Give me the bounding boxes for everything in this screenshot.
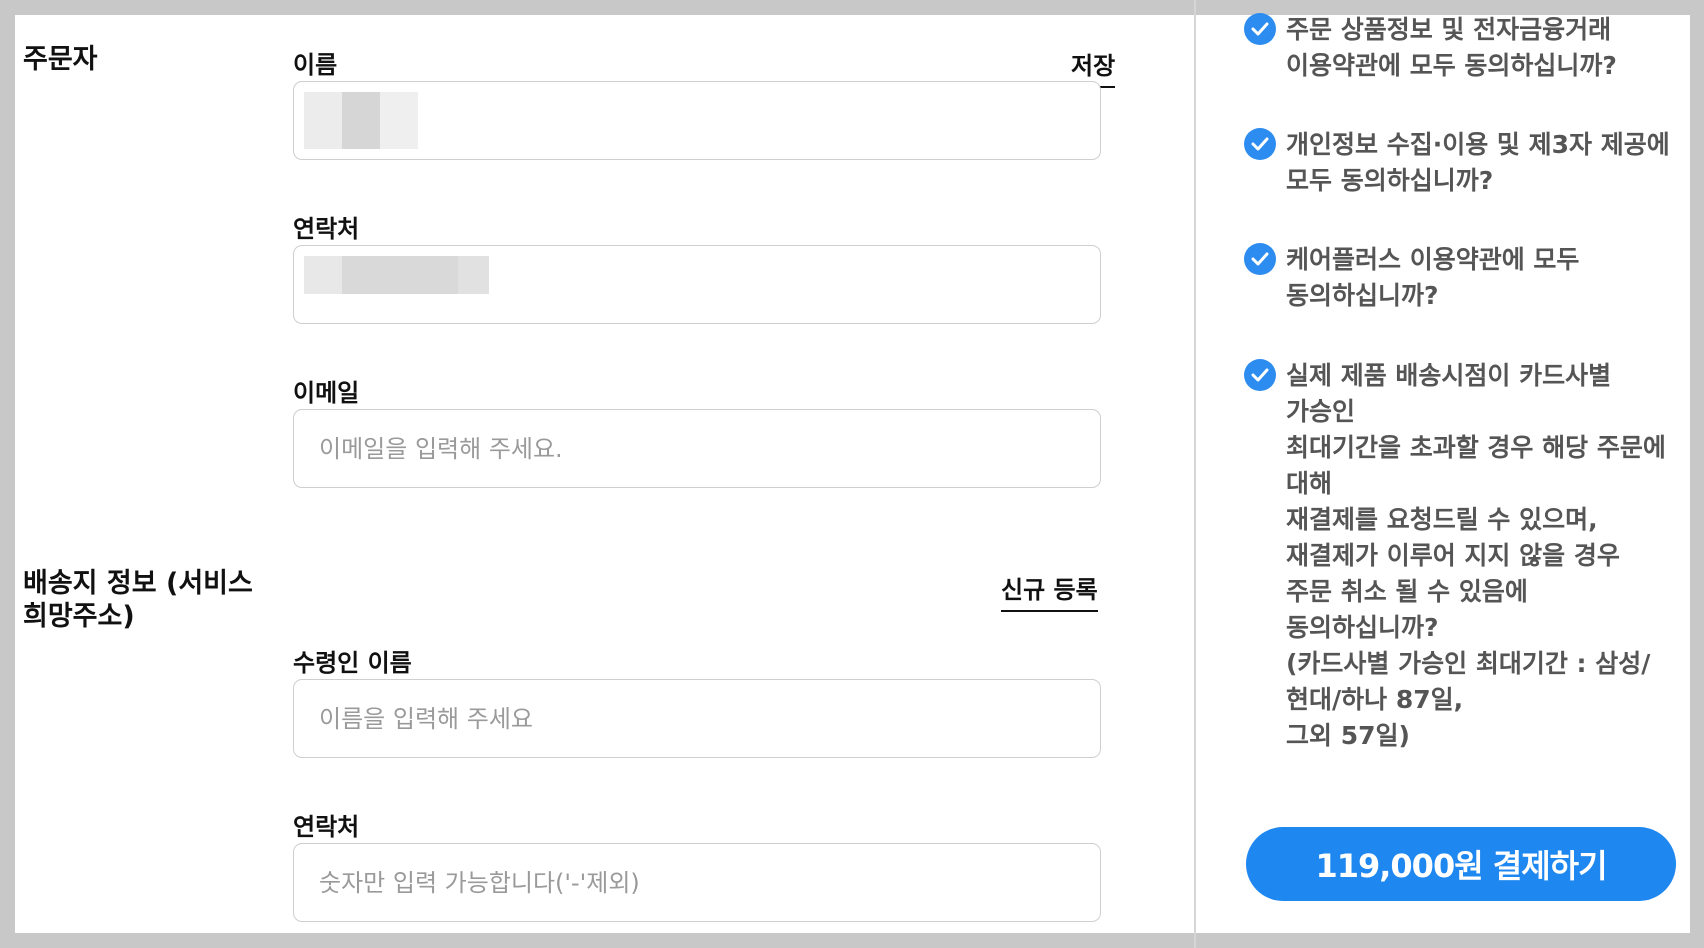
agreement-text: 케어플러스 이용약관에 모두 동의하십니까? [1286, 245, 1580, 310]
shipping-section-title: 배송지 정보 (서비스 희망주소) [23, 568, 253, 632]
agreement-pane: 주문 상품정보 및 전자금융거래 이용약관에 모두 동의하십니까? 개인정보 수… [1196, 12, 1690, 933]
agreement-item[interactable]: 주문 상품정보 및 전자금융거래 이용약관에 모두 동의하십니까? [1244, 12, 1686, 84]
agreement-text: 실제 제품 배송시점이 카드사별 가승인 최대기간을 초과할 경우 해당 주문에… [1286, 361, 1666, 750]
checkmark-icon[interactable] [1244, 359, 1276, 391]
agreement-item[interactable]: 개인정보 수집·이용 및 제3자 제공에 모두 동의하십니까? [1244, 127, 1686, 199]
recipient-name-field[interactable] [293, 679, 1101, 758]
checkout-panel: 주문자 이름 저장 연락처 이메일 배송지 정보 (서비스 희망주소) 신규 등… [15, 0, 1690, 948]
agreement-item[interactable]: 실제 제품 배송시점이 카드사별 가승인 최대기간을 초과할 경우 해당 주문에… [1244, 358, 1686, 754]
orderer-name-field[interactable] [293, 81, 1101, 160]
phone-label: 연락처 [293, 215, 360, 243]
order-form: 주문자 이름 저장 연락처 이메일 배송지 정보 (서비스 희망주소) 신규 등… [15, 15, 1195, 933]
agreement-text: 주문 상품정보 및 전자금융거래 이용약관에 모두 동의하십니까? [1286, 15, 1617, 80]
recipient-phone-field[interactable] [293, 843, 1101, 922]
redacted-name [304, 92, 418, 149]
agreement-text: 개인정보 수집·이용 및 제3자 제공에 모두 동의하십니까? [1286, 130, 1670, 195]
recipient-name-label: 수령인 이름 [293, 649, 412, 677]
redacted-phone [304, 256, 489, 294]
email-input[interactable] [294, 410, 1100, 487]
checkmark-icon[interactable] [1244, 13, 1276, 45]
new-address-link[interactable]: 신규 등록 [1001, 570, 1098, 612]
orderer-section-title: 주문자 [23, 44, 98, 75]
recipient-phone-label: 연락처 [293, 813, 360, 841]
recipient-phone-input[interactable] [294, 844, 1100, 921]
email-label: 이메일 [293, 379, 360, 407]
checkmark-icon[interactable] [1244, 128, 1276, 160]
agreement-item[interactable]: 케어플러스 이용약관에 모두 동의하십니까? [1244, 242, 1686, 314]
pay-button[interactable]: 119,000원 결제하기 [1246, 827, 1676, 901]
checkmark-icon[interactable] [1244, 243, 1276, 275]
orderer-phone-field[interactable] [293, 245, 1101, 324]
recipient-name-input[interactable] [294, 680, 1100, 757]
email-field[interactable] [293, 409, 1101, 488]
name-label: 이름 [293, 51, 338, 79]
